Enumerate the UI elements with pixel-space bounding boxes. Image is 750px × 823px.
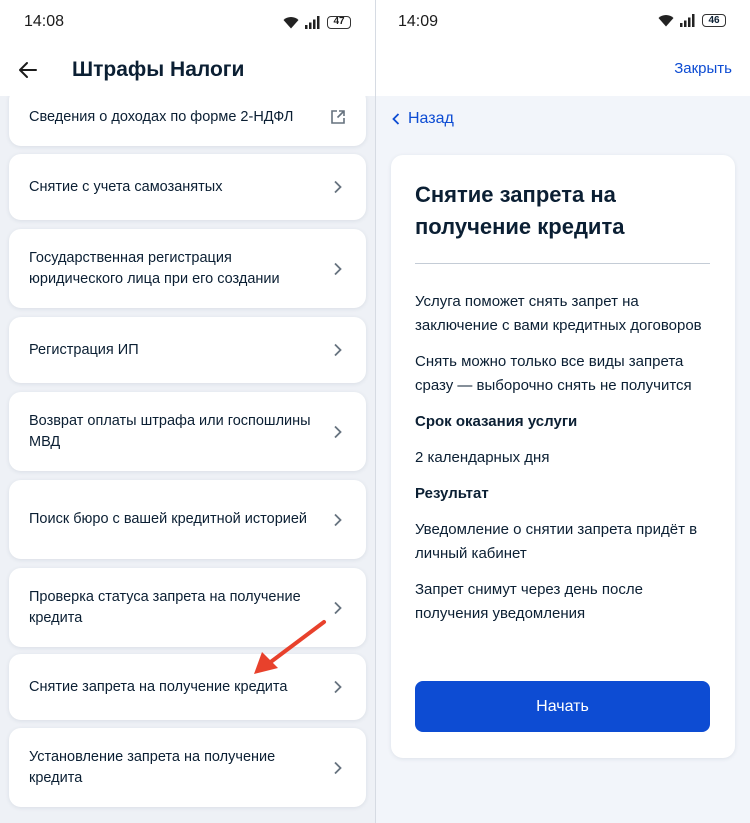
service-note: Снять можно только все виды запрета сраз… <box>415 353 692 394</box>
list-item[interactable]: Установление запрета на получение кредит… <box>9 728 366 807</box>
status-icons: 46 <box>658 14 726 27</box>
list-item-label: Установление запрета на получение кредит… <box>29 748 276 786</box>
signal-icon <box>680 14 695 27</box>
back-arrow-icon[interactable] <box>18 59 40 81</box>
chevron-right-icon <box>330 261 346 277</box>
app-bar: Штрафы Налоги <box>0 44 375 96</box>
status-bar: 14:08 47 <box>0 0 375 44</box>
top-bar: 14:09 46 Закрыть <box>376 0 750 96</box>
list-item-label: Поиск бюро с вашей кредитной историей <box>29 511 308 527</box>
chevron-right-icon <box>330 512 346 528</box>
annotation-arrow-icon <box>254 620 326 674</box>
wifi-icon <box>283 16 299 28</box>
list-item[interactable]: Сведения о доходах по форме 2-НДФЛ <box>9 96 366 146</box>
page-title: Штрафы Налоги <box>72 58 245 81</box>
service-description: Услуга поможет снять запрет на заключени… <box>415 293 702 334</box>
chevron-right-icon <box>330 760 346 776</box>
list-item[interactable]: Государственная регистрация юридического… <box>9 229 366 308</box>
signal-icon <box>305 15 320 29</box>
list-item[interactable]: Возврат оплаты штрафа или госпошлины МВД <box>9 392 366 471</box>
list-item-label: Государственная регистрация юридического… <box>29 249 280 287</box>
result-note: Запрет снимут через день после получения… <box>415 581 643 622</box>
list-item-label: Сведения о доходах по форме 2-НДФЛ <box>29 108 294 125</box>
list-item[interactable]: Регистрация ИП <box>9 317 366 383</box>
start-button[interactable]: Начать <box>415 681 710 732</box>
result-text: Уведомление о снятии запрета придёт в ли… <box>415 521 698 562</box>
list-item[interactable]: Снятие с учета самозанятых <box>9 154 366 220</box>
chevron-right-icon <box>330 679 346 695</box>
service-title: Снятие запрета на получение кредита <box>415 182 625 239</box>
services-list: Сведения о доходах по форме 2-НДФЛ Сняти… <box>0 96 375 823</box>
status-time: 14:09 <box>398 13 439 30</box>
back-link[interactable]: Назад <box>392 110 454 128</box>
external-link-icon <box>330 109 346 125</box>
battery-icon: 47 <box>327 15 351 29</box>
result-heading: Результат <box>415 485 489 502</box>
close-button[interactable]: Закрыть <box>674 60 732 77</box>
list-item[interactable]: Поиск бюро с вашей кредитной историей <box>9 480 366 559</box>
services-list-screen: 14:08 47 Штрафы Налоги Сведения о дохода… <box>0 0 375 823</box>
chevron-right-icon <box>330 342 346 358</box>
status-icons: 47 <box>283 15 351 29</box>
status-time: 14:08 <box>24 13 65 30</box>
list-item-label: Регистрация ИП <box>29 341 139 358</box>
wifi-icon <box>658 15 674 27</box>
back-link-label: Назад <box>408 110 454 127</box>
chevron-right-icon <box>330 424 346 440</box>
battery-icon: 46 <box>702 14 726 27</box>
list-item-label: Снятие с учета самозанятых <box>29 178 223 195</box>
divider <box>415 263 710 264</box>
chevron-right-icon <box>330 600 346 616</box>
list-item-label: Возврат оплаты штрафа или госпошлины МВД <box>29 412 311 450</box>
chevron-left-icon <box>392 113 400 125</box>
term-heading: Срок оказания услуги <box>415 413 578 430</box>
term-value: 2 календарных дня <box>415 449 550 466</box>
service-card: Снятие запрета на получение кредита Услу… <box>391 155 735 758</box>
list-item-label: Снятие запрета на получение кредита <box>29 678 288 695</box>
chevron-right-icon <box>330 179 346 195</box>
service-detail-screen: 14:09 46 Закрыть Назад Снятие запрета на… <box>376 0 750 823</box>
